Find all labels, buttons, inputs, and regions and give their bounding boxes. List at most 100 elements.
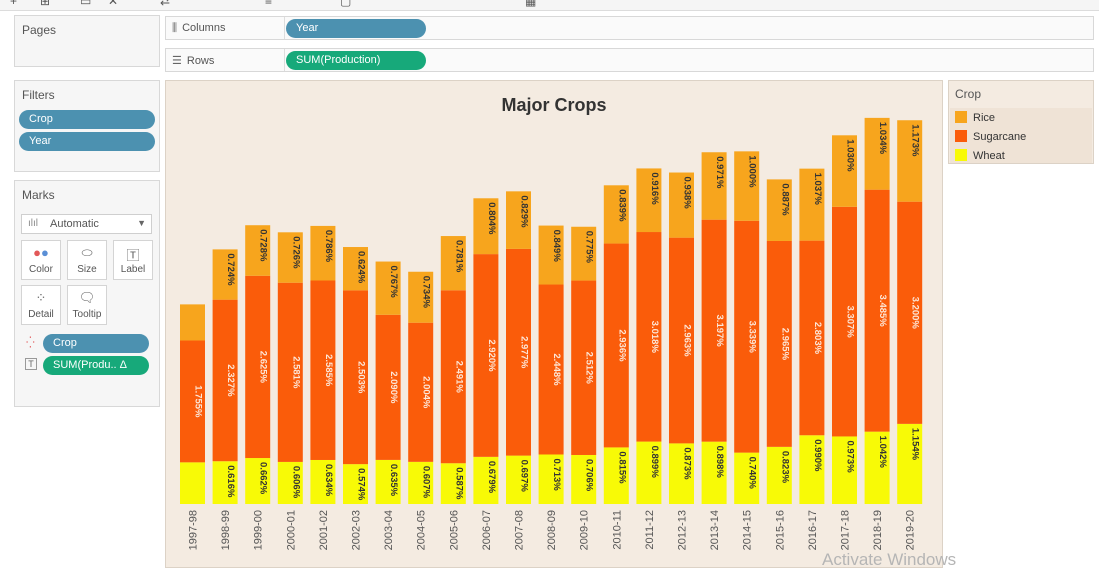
- data-label-sugarcane-2010-11: 2.936%: [616, 329, 627, 362]
- data-label-rice-2003-04: 0.767%: [388, 266, 399, 299]
- data-label-wheat-1998-99: 0.616%: [225, 465, 236, 498]
- data-label-rice-2015-16: 0.887%: [779, 183, 790, 216]
- data-label-sugarcane-2004-05: 2.004%: [421, 376, 432, 409]
- data-label-sugarcane-2000-01: 2.581%: [290, 356, 301, 389]
- x-tick-label: 2007-08: [514, 510, 526, 550]
- filters-title: Filters: [22, 88, 55, 102]
- rows-shelf[interactable]: ☰ Rows SUM(Production): [165, 48, 1094, 72]
- bar-chart-icon: ılıl: [28, 218, 38, 229]
- activate-windows-watermark: Activate Windows: [822, 550, 957, 569]
- data-label-rice-2014-15: 1.000%: [747, 155, 758, 188]
- clear-sheet-icon[interactable]: ✕: [108, 0, 118, 8]
- filter-pill-year[interactable]: Year: [19, 132, 155, 151]
- data-label-wheat-2008-09: 0.713%: [551, 458, 562, 491]
- data-label-sugarcane-2011-12: 3.018%: [649, 321, 660, 354]
- data-label-wheat-1999-00: 0.662%: [258, 462, 269, 495]
- shelf-divider: [284, 49, 285, 71]
- data-label-rice-2006-07: 0.804%: [486, 202, 497, 235]
- data-label-wheat-2013-14: 0.898%: [714, 446, 725, 479]
- tooltip-button[interactable]: 🗨 Tooltip: [67, 285, 107, 325]
- filter-pill-crop[interactable]: Crop: [19, 110, 155, 129]
- data-label-wheat-2005-06: 0.587%: [453, 467, 464, 500]
- x-tick-label: 2010-11: [611, 510, 623, 550]
- swap-icon[interactable]: ⇄: [160, 0, 170, 8]
- data-label-sugarcane-2013-14: 3.197%: [714, 315, 725, 348]
- columns-shelf-label-wrap: ⫼ Columns: [172, 22, 225, 35]
- sort-icon[interactable]: ≡: [265, 0, 272, 8]
- color-dots-icon: ●●: [33, 245, 49, 260]
- data-label-sugarcane-1998-99: 2.327%: [225, 364, 236, 397]
- columns-shelf[interactable]: ⫼ Columns Year: [165, 16, 1094, 40]
- save-icon[interactable]: ▭: [80, 0, 91, 8]
- label-label: Label: [120, 264, 146, 275]
- legend-swatch-rice: [955, 111, 967, 123]
- data-label-wheat-2018-19: 1.042%: [877, 436, 888, 469]
- data-label-sugarcane-2014-15: 3.339%: [747, 321, 758, 354]
- size-icon: ⬭: [81, 245, 93, 260]
- size-button[interactable]: ⬭ Size: [67, 240, 107, 280]
- data-label-sugarcane-2012-13: 2.963%: [682, 324, 693, 357]
- rows-label: Rows: [186, 55, 215, 67]
- bar-wheat-1997-98[interactable]: [180, 462, 205, 504]
- mark-type-value: Automatic: [50, 218, 99, 230]
- crop-legend[interactable]: Crop Rice Sugarcane Wheat: [948, 80, 1094, 164]
- rows-shelf-label-wrap: ☰ Rows: [172, 54, 214, 67]
- label-encoding-icon: T: [25, 358, 37, 370]
- x-tick-label: 2016-17: [807, 510, 819, 550]
- chart-type-icon[interactable]: ▦: [525, 0, 536, 8]
- add-datasource-icon[interactable]: ⊞: [40, 0, 50, 8]
- x-tick-label: 2004-05: [416, 510, 428, 550]
- rows-pill-sum-production[interactable]: SUM(Production): [286, 51, 426, 70]
- label-button[interactable]: 🅃 Label: [113, 240, 153, 280]
- legend-item-sugarcane[interactable]: Sugarcane: [955, 130, 1026, 143]
- data-label-rice-2010-11: 0.839%: [616, 189, 627, 222]
- marks-title: Marks: [22, 188, 55, 202]
- data-label-sugarcane-2007-08: 2.977%: [519, 336, 530, 369]
- x-tick-label: 2014-15: [742, 510, 754, 550]
- detail-label: Detail: [28, 309, 54, 320]
- data-label-rice-2001-02: 0.786%: [323, 230, 334, 263]
- x-tick-label: 2008-09: [546, 510, 558, 550]
- chevron-down-icon: ▼: [137, 218, 146, 228]
- detail-dots-icon: ⁘: [35, 290, 47, 305]
- color-button[interactable]: ●● Color: [21, 240, 61, 280]
- x-tick-label: 1998-99: [220, 510, 232, 550]
- legend-item-wheat[interactable]: Wheat: [955, 149, 1005, 162]
- data-label-sugarcane-2008-09: 2.448%: [551, 353, 562, 386]
- legend-label-wheat: Wheat: [973, 150, 1005, 162]
- data-label-sugarcane-2006-07: 2.920%: [486, 339, 497, 372]
- legend-item-rice[interactable]: Rice: [955, 111, 995, 124]
- data-label-wheat-2016-17: 0.990%: [812, 439, 823, 472]
- detail-button[interactable]: ⁘ Detail: [21, 285, 61, 325]
- mark-type-select[interactable]: ılıl Automatic ▼: [21, 214, 152, 234]
- x-tick-label: 2009-10: [579, 510, 591, 550]
- legend-title: Crop: [955, 87, 982, 101]
- data-label-wheat-2002-03: 0.574%: [356, 468, 367, 501]
- marks-pill-sum-production[interactable]: SUM(Produ.. Δ: [43, 356, 149, 375]
- stacked-bar-chart: Major Crops 1.755% 0.616% 2.327% 0.724% 0.66…: [180, 95, 923, 550]
- columns-pill-year[interactable]: Year: [286, 19, 426, 38]
- data-label-wheat-2015-16: 0.823%: [779, 451, 790, 484]
- x-tick-label: 2001-02: [318, 510, 330, 550]
- data-label-rice-2011-12: 0.916%: [649, 172, 660, 205]
- size-label: Size: [77, 264, 97, 275]
- toolbar: + ⊞ ▭ ✕ ⇄ ≡ ▢ ▦: [0, 0, 1099, 11]
- data-label-wheat-2007-08: 0.697%: [519, 460, 530, 493]
- chart-view[interactable]: Major Crops 1.755% 0.616% 2.327% 0.724% 0.66…: [165, 80, 943, 568]
- data-label-sugarcane-2009-10: 2.512%: [584, 352, 595, 385]
- bar-rice-1997-98[interactable]: [180, 304, 205, 341]
- data-label-rice-1998-99: 0.724%: [225, 253, 236, 286]
- data-label-sugarcane-2019-20: 3.200%: [910, 297, 921, 330]
- columns-icon: ⫼: [172, 22, 178, 34]
- data-label-sugarcane-2002-03: 2.503%: [356, 361, 367, 394]
- new-sheet-icon[interactable]: +: [10, 0, 17, 8]
- pages-card[interactable]: Pages: [14, 15, 160, 67]
- data-label-sugarcane-2003-04: 2.090%: [388, 371, 399, 404]
- marks-pill-crop[interactable]: Crop: [43, 334, 149, 353]
- data-label-wheat-2011-12: 0.899%: [649, 446, 660, 479]
- fit-icon[interactable]: ▢: [340, 0, 351, 8]
- x-tick-label: 2011-12: [644, 510, 656, 550]
- bars-group: 1.755% 0.616% 2.327% 0.724% 0.662% 2.625% 0.72…: [180, 117, 923, 504]
- data-label-wheat-2000-01: 0.606%: [290, 466, 301, 499]
- filters-card[interactable]: Filters Crop Year: [14, 80, 160, 172]
